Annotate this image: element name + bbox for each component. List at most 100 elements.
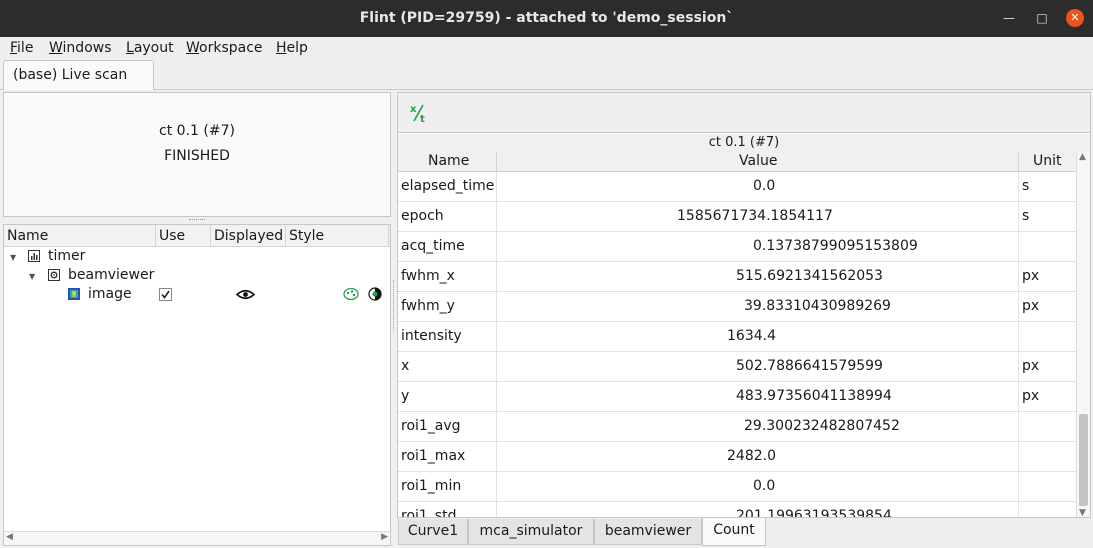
table-row[interactable]: roi1_avg 29.300232482807452 (398, 412, 1076, 442)
menu-layout[interactable]: Layout (126, 40, 174, 56)
tree-header: Name Use Displayed Style (4, 225, 390, 247)
maximize-button[interactable]: □ (1033, 9, 1051, 27)
scroll-right-icon[interactable]: ▶ (381, 532, 388, 542)
table-row[interactable]: x 502.7886641579599 px (398, 352, 1076, 382)
row-unit: s (1022, 208, 1030, 224)
tree-item-beamviewer[interactable]: ▼ beamviewer (4, 266, 390, 286)
scroll-down-icon[interactable]: ▼ (1079, 508, 1086, 517)
main-tabbar: (base) Live scan (0, 59, 1093, 90)
table-col-name[interactable]: Name (428, 153, 469, 169)
count-widget: x t ct 0.1 (#7) Name Value Unit elapsed_… (397, 92, 1091, 518)
image-icon (68, 288, 80, 300)
table-row[interactable]: elapsed_time 0.0 s (398, 172, 1076, 202)
tab-live-scan[interactable]: (base) Live scan (3, 60, 154, 90)
tab-beamviewer[interactable]: beamviewer (594, 519, 702, 545)
use-checkbox[interactable] (159, 288, 172, 301)
table-row[interactable]: fwhm_y 39.83310430989269 px (398, 292, 1076, 322)
chart-icon (28, 250, 40, 262)
tree-col-divider (210, 225, 211, 247)
eye-icon[interactable] (236, 289, 255, 300)
row-value: 39.83310430989269 (744, 298, 891, 314)
menubar: File Windows Layout Workspace Help (0, 37, 1093, 59)
bottom-tabbar: Curve1 mca_simulator beamviewer Count (397, 518, 1093, 548)
row-unit: s (1022, 178, 1030, 194)
contrast-icon[interactable] (368, 287, 382, 301)
table-row[interactable]: y 483.97356041138994 px (398, 382, 1076, 412)
expand-arrow-icon[interactable]: ▼ (10, 253, 16, 262)
tree-col-style[interactable]: Style (289, 228, 324, 244)
row-unit: px (1022, 298, 1040, 314)
tree-col-use[interactable]: Use (159, 228, 185, 244)
expand-arrow-icon[interactable]: ▼ (29, 272, 35, 281)
panel-splitter[interactable] (393, 280, 396, 330)
palette-icon[interactable] (343, 287, 359, 301)
row-value: 29.300232482807452 (744, 418, 900, 434)
scan-status-panel: ct 0.1 (#7) FINISHED (3, 92, 391, 217)
scrollbar-thumb[interactable] (1079, 414, 1088, 506)
row-name: intensity (401, 328, 462, 344)
maximize-icon: □ (1036, 11, 1048, 25)
row-name: elapsed_time (401, 178, 495, 194)
tree-col-divider (155, 225, 156, 247)
table-row[interactable]: roi1_max 2482.0 (398, 442, 1076, 472)
minimize-button[interactable]: — (1000, 9, 1018, 27)
table-vertical-scrollbar[interactable]: ▲ ▼ (1076, 152, 1090, 517)
row-name: roi1_min (401, 478, 462, 494)
minimize-icon: — (1003, 11, 1015, 25)
table-row[interactable]: acq_time 0.13738799095153809 (398, 232, 1076, 262)
menu-help[interactable]: Help (276, 40, 308, 56)
tree-item-image[interactable]: image (4, 285, 390, 305)
menu-file-label: ile (17, 40, 34, 56)
menu-windows[interactable]: Windows (49, 40, 112, 56)
tab-mca-simulator[interactable]: mca_simulator (468, 519, 594, 545)
row-name: x (401, 358, 410, 374)
tree-item-timer[interactable]: ▼ timer (4, 247, 390, 267)
plot-items-tree: Name Use Displayed Style ▼ timer ▼ beamv… (3, 224, 391, 546)
row-value: 0.13738799095153809 (753, 238, 918, 254)
row-value: 1585671734.1854117 (677, 208, 833, 224)
menu-workspace[interactable]: Workspace (186, 40, 263, 56)
close-icon: ✕ (1070, 11, 1080, 24)
window-titlebar: Flint (PID=29759) - attached to 'demo_se… (0, 0, 1093, 37)
row-value: 502.7886641579599 (736, 358, 883, 374)
scroll-left-icon[interactable]: ◀ (6, 532, 13, 542)
menu-help-mnemonic: H (276, 40, 287, 56)
row-name: acq_time (401, 238, 465, 254)
row-unit: px (1022, 388, 1040, 404)
tree-col-displayed[interactable]: Displayed (214, 228, 283, 244)
table-row[interactable]: roi1_min 0.0 (398, 472, 1076, 502)
tree-item-label: image (88, 286, 132, 302)
scan-state: FINISHED (164, 148, 230, 164)
table-row[interactable]: intensity 1634.4 (398, 322, 1076, 352)
menu-workspace-label: orkspace (199, 40, 263, 56)
tab-curve1[interactable]: Curve1 (398, 519, 468, 545)
svg-text:t: t (420, 114, 425, 123)
device-icon (48, 269, 60, 281)
count-toolbar: x t (398, 93, 1090, 133)
table-col-unit[interactable]: Unit (1033, 153, 1062, 169)
table-col-divider (496, 152, 497, 172)
table-col-value[interactable]: Value (739, 153, 777, 169)
tree-col-name[interactable]: Name (7, 228, 48, 244)
table-caption: ct 0.1 (#7) (398, 134, 1090, 152)
table-header: Name Value Unit (398, 152, 1076, 172)
table-row[interactable]: roi1_std 201.19963193539854 (398, 502, 1076, 517)
tree-item-label: beamviewer (68, 267, 155, 283)
close-button[interactable]: ✕ (1066, 9, 1084, 27)
scroll-up-icon[interactable]: ▲ (1079, 152, 1086, 162)
svg-text:x: x (410, 104, 417, 115)
row-value: 0.0 (753, 478, 776, 494)
row-name: epoch (401, 208, 444, 224)
menu-file[interactable]: File (10, 40, 33, 56)
table-row[interactable]: epoch 1585671734.1854117 s (398, 202, 1076, 232)
tree-col-divider (388, 225, 389, 247)
tree-horizontal-scrollbar[interactable]: ◀ ▶ (4, 531, 390, 545)
xt-icon[interactable]: x t (409, 103, 429, 123)
menu-layout-mnemonic: L (126, 40, 134, 56)
row-value: 515.6921341562053 (736, 268, 883, 284)
menu-workspace-mnemonic: W (186, 40, 200, 56)
menu-windows-label: indows (62, 40, 112, 56)
splitter-handle[interactable] (189, 219, 205, 222)
tab-count[interactable]: Count (702, 518, 766, 546)
table-row[interactable]: fwhm_x 515.6921341562053 px (398, 262, 1076, 292)
